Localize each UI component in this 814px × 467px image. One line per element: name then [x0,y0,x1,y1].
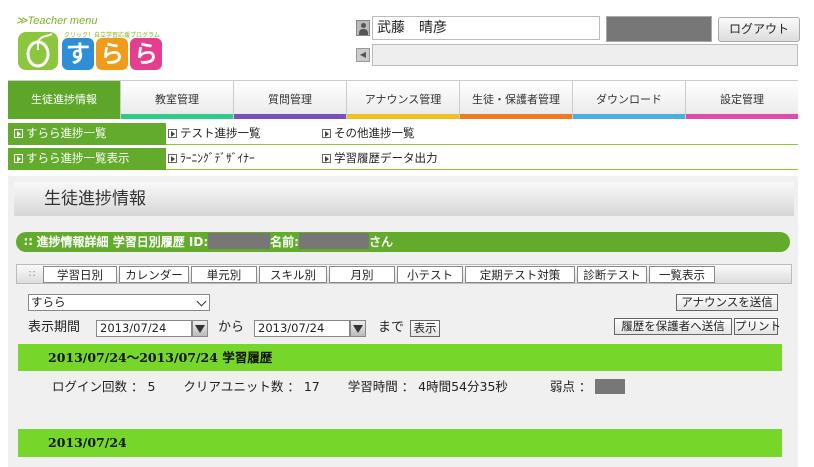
nav-label: 設定管理 [720,93,764,106]
nav-label: 生徒・保護者管理 [472,93,560,106]
logo-kana-ra: ら [96,38,128,70]
subnav-learning-designer[interactable]: ﾗｰﾆﾝｸﾞﾃﾞｻﾞｲﾅｰ [168,148,255,170]
nav-label: 生徒進捗情報 [31,93,97,106]
surara-logo[interactable]: ≫Teacher menu クリック！自立学習応援プログラム す ら ら [14,14,164,72]
page-title: 生徒進捗情報 [14,182,794,216]
tab-calendar[interactable]: カレンダー [119,266,189,283]
clear-unit-count: クリアユニット数 ： 17 [183,379,320,394]
subnav-surara-progress-list[interactable]: すらら進捗一覧 [8,123,166,145]
content-area: 生徒進捗情報 ∷ 進捗情報詳細 学習日別履歴 ID: 名前: さん ∷ 学習日別 カ… [8,176,798,467]
announcement-bar [372,44,798,66]
course-select-value: すらら [31,295,66,309]
subnav-test-progress-list[interactable]: テスト進捗一覧 [168,123,261,145]
main-nav: 生徒進捗情報 教室管理 質問管理 アナウンス管理 生徒・保護者管理 ダウンロード… [8,80,798,119]
nav-label: 教室管理 [155,93,199,106]
history-stats: ログイン回数 ： 5 クリアユニット数 ： 17 学習時間 ： 4時間54分35… [52,379,626,395]
detail-header-bar: ∷ 進捗情報詳細 学習日別履歴 ID: 名前: さん [16,232,790,252]
subnav-other-progress-list[interactable]: その他進捗一覧 [322,123,415,145]
nav-questions[interactable]: 質問管理 [234,81,347,119]
send-announcement-button[interactable]: アナウンスを送信 [676,294,778,311]
sub-nav-row-2: すらら進捗一覧表示 ﾗｰﾆﾝｸﾞﾃﾞｻﾞｲﾅｰ 学習履歴データ出力 [8,148,798,170]
chevron-down-icon [196,296,207,307]
send-history-button[interactable]: 履歴を保護者へ送信 [614,318,732,335]
date-section-bar: 2013/07/24 [18,429,782,457]
study-time: 学習時間 ： 4時間54分35秒 [347,379,508,394]
until-label: まで [378,320,405,335]
detail-name-label: 名前: [270,235,299,249]
history-range-bar: 2013/07/24～2013/07/24 学習履歴 [18,344,782,371]
arrow-icon [168,154,177,163]
user-icon [356,20,370,36]
nav-label: 質問管理 [268,93,312,106]
logo-kana-ra-2: ら [130,38,162,70]
header: ≫Teacher menu クリック！自立学習応援プログラム す ら ら 武藤 … [0,0,814,80]
arrow-icon [322,154,331,163]
calendar-dropdown-icon[interactable] [350,320,366,337]
scrollbar-track[interactable] [798,176,814,467]
arrow-icon [14,129,23,138]
grip-icon: ∷ [29,269,36,280]
nav-student-progress[interactable]: 生徒進捗情報 [8,81,121,119]
arrow-icon [322,129,331,138]
detail-suffix: さん [368,235,393,249]
teacher-menu-label: ≫Teacher menu [16,15,98,27]
subnav-label: テスト進捗一覧 [180,126,261,140]
mouse-icon [18,32,58,70]
date-to-input[interactable]: 2013/07/24 [254,320,350,337]
subnav-label: 学習履歴データ出力 [334,151,438,165]
nav-classroom[interactable]: 教室管理 [121,81,234,119]
nav-announcements[interactable]: アナウンス管理 [347,81,460,119]
weak-points-label: 弱点 ： [549,379,592,394]
user-name-field: 武藤 晴彦 [372,16,600,40]
speaker-icon: ◀ [356,48,370,62]
masked-info [606,16,712,42]
grip-icon: ∷ [24,235,37,249]
calendar-dropdown-icon[interactable] [192,320,208,337]
nav-students-guardians[interactable]: 生徒・保護者管理 [460,81,573,119]
masked-name [298,233,369,249]
course-select[interactable]: すらら [28,294,210,311]
tab-by-unit[interactable]: 単元別 [191,266,257,283]
tab-by-skill[interactable]: スキル別 [259,266,327,283]
login-count: ログイン回数 ： 5 [52,379,156,394]
subnav-surara-progress-display[interactable]: すらら進捗一覧表示 [8,148,166,170]
sub-nav-row-1: すらら進捗一覧 テスト進捗一覧 その他進捗一覧 [8,123,798,145]
subnav-label: すらら進捗一覧 [26,126,107,140]
masked-id [208,233,271,249]
from-label: から [218,320,245,335]
subnav-label: すらら進捗一覧表示 [26,151,130,165]
subnav-history-export[interactable]: 学習履歴データ出力 [322,148,438,170]
period-label: 表示期間 [28,320,81,335]
masked-weak-points [595,379,626,394]
date-from-input[interactable]: 2013/07/24 [96,320,192,337]
tab-quiz[interactable]: 小テスト [397,266,463,283]
tab-list-view[interactable]: 一覧表示 [649,266,715,283]
tab-regular-test[interactable]: 定期テスト対策 [465,266,575,283]
tab-by-date[interactable]: 学習日別 [43,266,117,283]
logout-button[interactable]: ログアウト [718,17,800,42]
tab-diagnostic-test[interactable]: 診断テスト [577,266,647,283]
logo-kana-su: す [62,38,94,70]
nav-label: ダウンロード [596,93,662,106]
nav-download[interactable]: ダウンロード [573,81,686,119]
view-tab-bar: ∷ 学習日別 カレンダー 単元別 スキル別 月別 小テスト 定期テスト対策 診断… [16,264,792,284]
detail-prefix: 進捗情報詳細 学習日別履歴 ID: [36,235,209,249]
print-button[interactable]: プリント [734,318,781,335]
nav-label: アナウンス管理 [364,93,442,106]
arrow-icon [14,154,23,163]
show-button[interactable]: 表示 [410,320,440,337]
nav-settings[interactable]: 設定管理 [686,81,798,119]
arrow-icon [168,129,177,138]
subnav-label: ﾗｰﾆﾝｸﾞﾃﾞｻﾞｲﾅｰ [180,151,255,165]
tab-monthly[interactable]: 月別 [329,266,395,283]
subnav-label: その他進捗一覧 [334,126,415,140]
